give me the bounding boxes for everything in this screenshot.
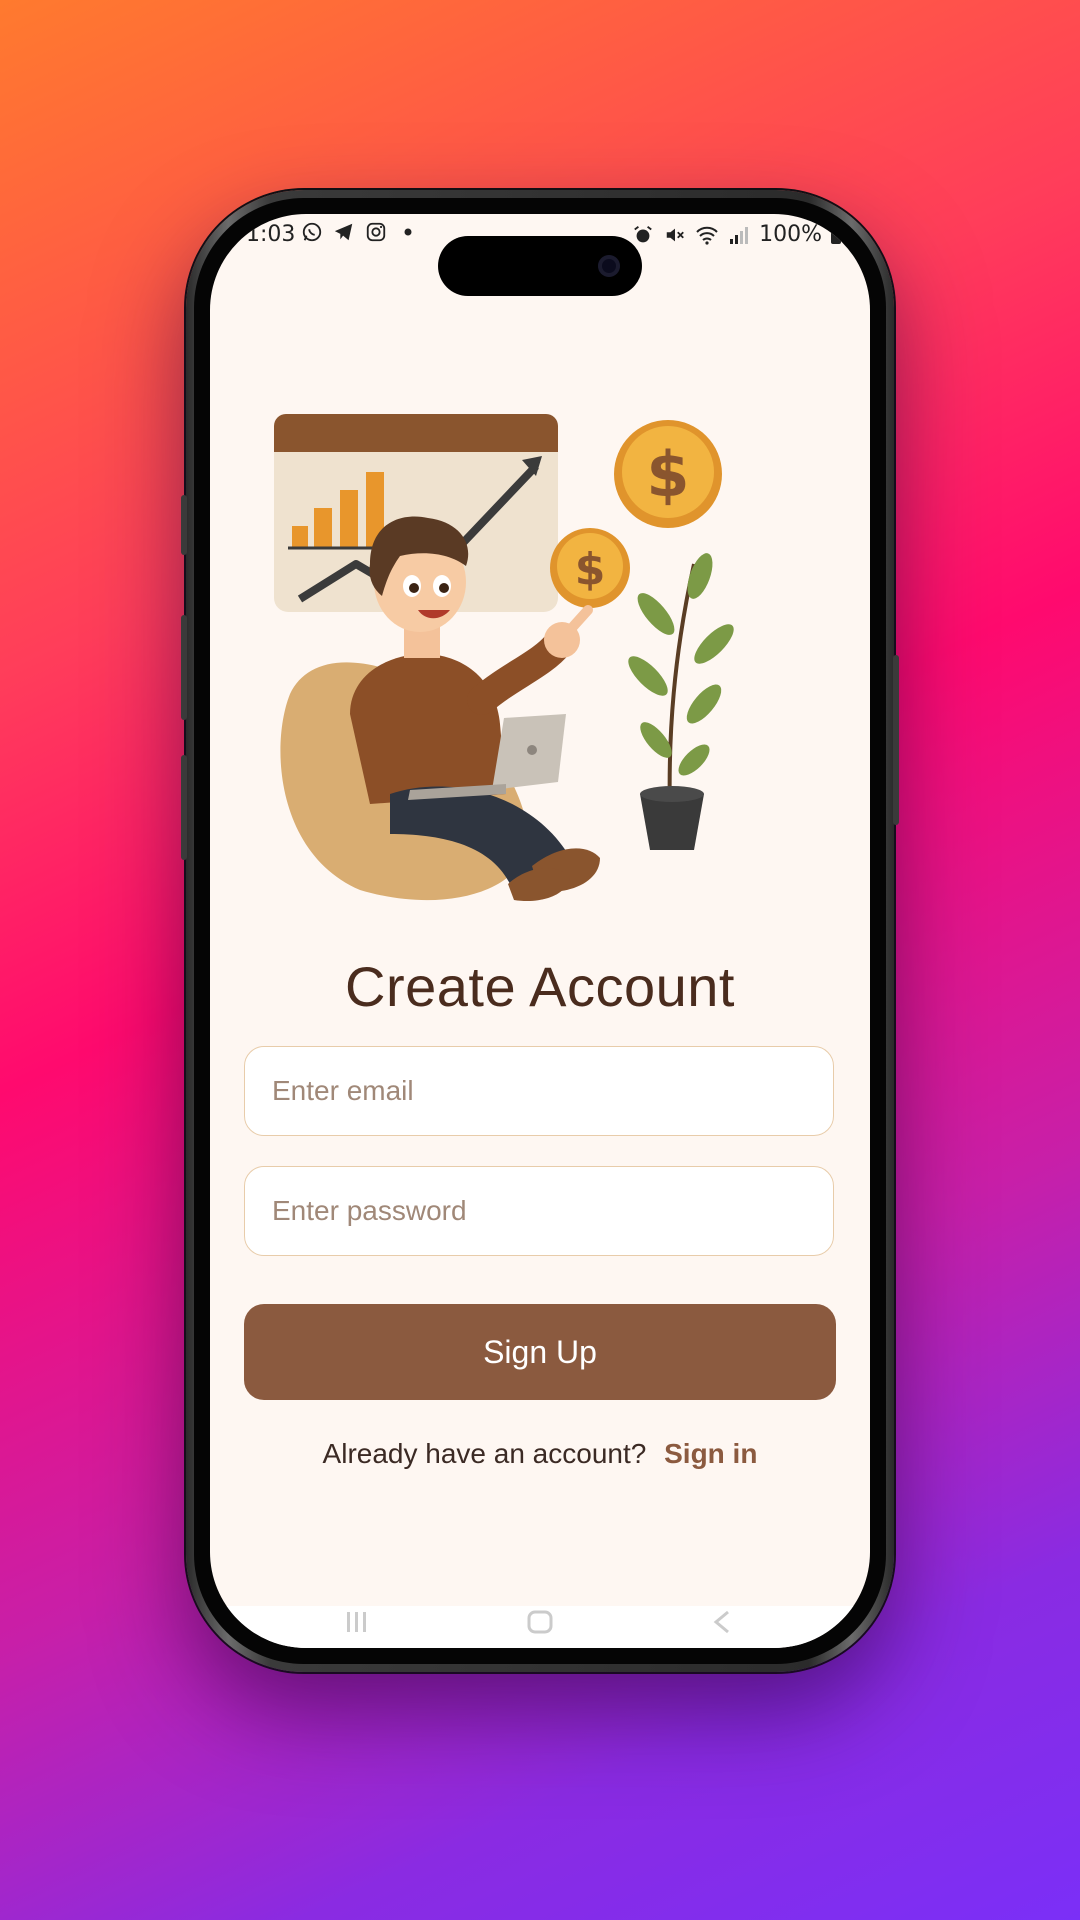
coin-large-icon: $	[614, 420, 722, 528]
page-title: Create Account	[345, 955, 735, 1018]
home-icon[interactable]	[525, 1610, 555, 1634]
email-input[interactable]	[244, 1046, 834, 1136]
app-screen: 1:03 100% $ $ Create Account Enter email…	[210, 214, 870, 1648]
svg-text:$: $	[575, 544, 606, 595]
action-button	[181, 495, 187, 555]
notification-icons	[300, 220, 420, 244]
battery-icon	[830, 223, 842, 247]
sign-in-link[interactable]: Sign in	[664, 1438, 757, 1469]
back-icon[interactable]	[708, 1610, 738, 1634]
volume-down-button	[181, 755, 187, 860]
signin-prompt: Already have an account? Sign in	[210, 1438, 870, 1470]
dot-icon	[396, 220, 420, 244]
signal-icon	[727, 223, 751, 247]
alarm-icon	[631, 223, 655, 247]
volume-up-button	[181, 615, 187, 720]
telegram-icon	[332, 220, 356, 244]
instagram-icon	[364, 220, 388, 244]
recents-icon[interactable]	[342, 1610, 372, 1634]
plant-icon	[628, 553, 734, 850]
hero-illustration: $ $	[274, 414, 734, 902]
system-navigation-bar	[210, 1606, 870, 1648]
front-camera	[598, 255, 620, 277]
signin-prompt-text: Already have an account?	[322, 1438, 647, 1469]
whatsapp-icon	[300, 220, 324, 244]
wifi-icon	[695, 223, 719, 247]
status-time: 1:03	[246, 222, 296, 247]
system-icons: 100%	[631, 222, 842, 247]
password-input[interactable]	[244, 1166, 834, 1256]
mute-icon	[663, 223, 687, 247]
battery-level: 100%	[759, 222, 822, 247]
power-button	[893, 655, 899, 825]
coin-small-icon: $	[550, 528, 630, 608]
sign-up-button[interactable]: Sign Up	[244, 1304, 836, 1400]
svg-text:$: $	[646, 438, 689, 511]
dynamic-island	[438, 236, 642, 296]
